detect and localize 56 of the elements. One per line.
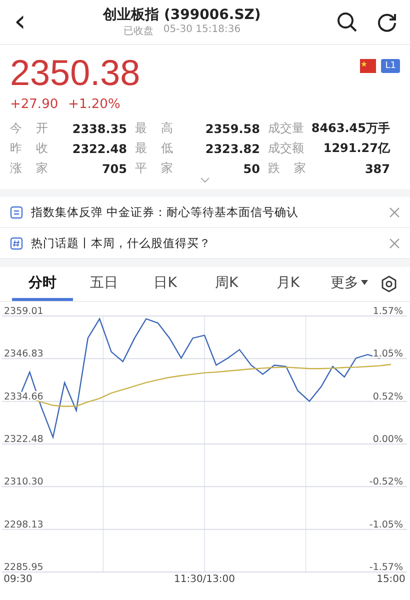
- percent-axis-label: 0.00%: [372, 434, 403, 445]
- stat-value: 2338.35: [72, 122, 127, 136]
- y-axis-label: 2310.30: [4, 476, 44, 488]
- quote-time: 05-30 15:18:36: [163, 24, 241, 37]
- caret-icon: [361, 280, 368, 285]
- period-tab[interactable]: 分时: [12, 268, 74, 300]
- document-icon: [10, 206, 23, 218]
- stat-label: 今 开: [10, 120, 48, 137]
- stat-value: 1291.27亿: [323, 140, 390, 157]
- last-price: 2350.38: [10, 53, 140, 93]
- index-title: 创业板指 (399006.SZ): [103, 6, 261, 24]
- stat-label: 最 低: [135, 140, 173, 157]
- flag-icon: [360, 59, 376, 73]
- stat-label: 昨 收: [10, 140, 48, 157]
- stat-value: 705: [102, 162, 127, 176]
- period-tab[interactable]: 日K: [134, 268, 196, 300]
- stat-label: 成交量: [268, 120, 304, 137]
- stat-label: 涨 家: [10, 160, 48, 177]
- notice-text[interactable]: 指数集体反弹 中金证券：耐心等待基本面信号确认: [31, 204, 381, 220]
- y-axis-label: 2298.13: [4, 519, 44, 530]
- stat-value: 8463.45万手: [311, 120, 390, 137]
- stat-label: 最 高: [135, 120, 173, 137]
- back-button[interactable]: ‹: [10, 9, 30, 35]
- close-icon[interactable]: [389, 206, 400, 218]
- stat-label: 成交额: [268, 140, 304, 157]
- price-change: +27.90: [10, 97, 58, 112]
- y-axis-label: 2359.01: [4, 306, 44, 317]
- stat-value: 50: [243, 162, 260, 176]
- percent-change: +1.20%: [68, 97, 120, 112]
- x-axis-label: 11:30/13:00: [174, 574, 235, 585]
- stat-value: 2322.48: [72, 142, 127, 156]
- notice-text[interactable]: 热门话题丨本周，什么股值得买？: [31, 236, 381, 250]
- percent-axis-label: -0.52%: [369, 476, 403, 488]
- stat-value: 2323.82: [205, 142, 260, 156]
- x-axis-label: 09:30: [4, 574, 32, 585]
- percent-axis-label: -1.57%: [369, 562, 403, 573]
- y-axis-label: 2322.48: [4, 434, 44, 445]
- market-status: 已收盘: [123, 25, 154, 38]
- close-icon[interactable]: [389, 238, 400, 248]
- percent-axis-label: 0.52%: [372, 391, 403, 402]
- stat-value: 2359.58: [205, 122, 260, 136]
- x-axis-label: 15:00: [376, 574, 406, 585]
- percent-axis-label: -1.05%: [369, 519, 403, 530]
- level-badge: L1: [381, 59, 400, 73]
- period-tab[interactable]: 五日: [73, 268, 135, 300]
- hashtag-icon: [10, 236, 23, 250]
- y-axis-label: 2346.83: [4, 348, 44, 360]
- period-tab[interactable]: 周K: [196, 268, 258, 300]
- stat-label: 平 家: [135, 160, 173, 177]
- percent-axis-label: 1.57%: [372, 306, 403, 317]
- y-axis-label: 2285.95: [4, 562, 44, 573]
- more-menu[interactable]: 更多: [318, 268, 380, 300]
- period-tab[interactable]: 月K: [257, 268, 319, 300]
- stat-value: 387: [364, 162, 390, 176]
- settings-icon[interactable]: [380, 275, 398, 293]
- stat-label: 跌 家: [268, 160, 306, 177]
